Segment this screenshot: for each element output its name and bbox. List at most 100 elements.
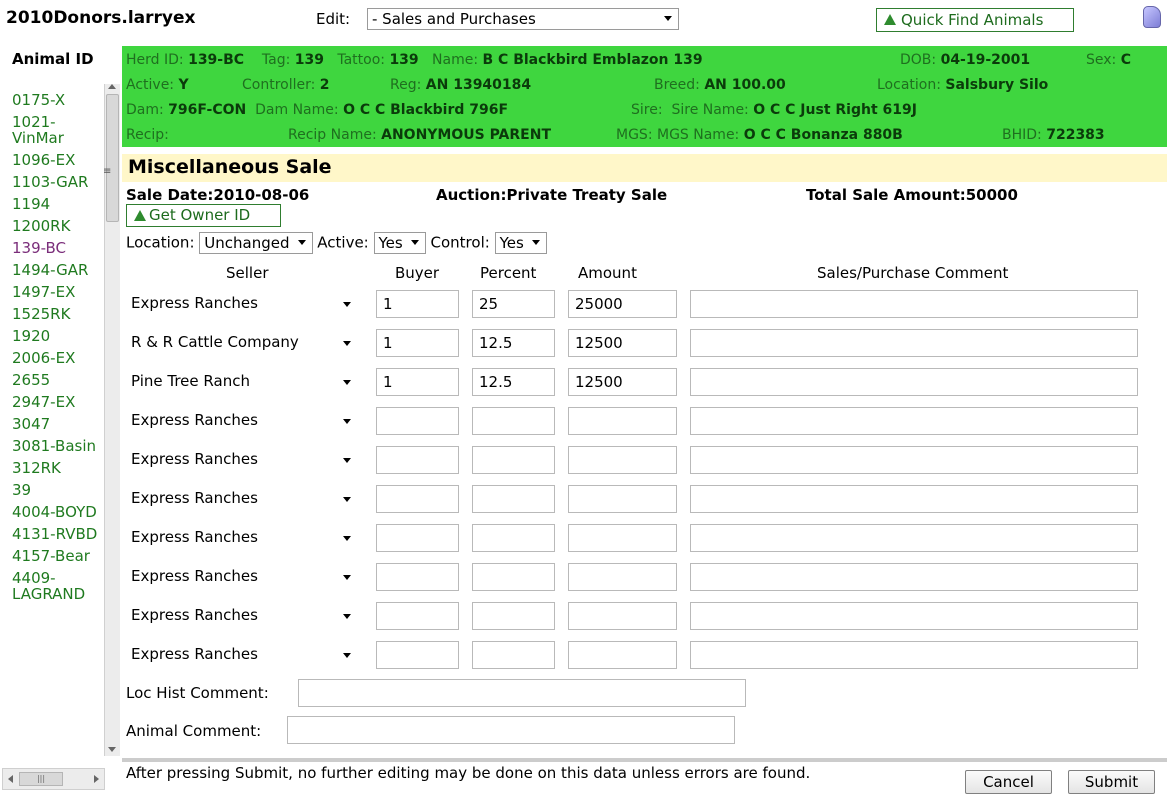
- animal-comment-input[interactable]: [287, 716, 735, 744]
- percent-input[interactable]: 12.5: [472, 368, 555, 396]
- seller-select[interactable]: Express Ranches: [131, 290, 359, 318]
- horizontal-scrollbar-thumb[interactable]: |||: [19, 772, 63, 786]
- sales-comment-input[interactable]: [690, 329, 1138, 357]
- sidebar-item-animal[interactable]: 1494-GAR: [12, 262, 102, 278]
- database-icon[interactable]: [1143, 6, 1161, 28]
- sales-comment-input[interactable]: [690, 368, 1138, 396]
- seller-select[interactable]: Express Ranches: [131, 641, 359, 669]
- sidebar-item-animal[interactable]: 1920: [12, 328, 102, 344]
- sidebar-item-animal[interactable]: 4004-BOYD: [12, 504, 102, 520]
- buyer-input[interactable]: 1: [376, 290, 459, 318]
- sales-comment-input[interactable]: [690, 524, 1138, 552]
- amount-input[interactable]: [568, 641, 677, 669]
- scroll-up-icon[interactable]: [108, 84, 116, 89]
- sidebar-item-animal[interactable]: 4409-LAGRAND: [12, 570, 102, 602]
- percent-input[interactable]: [472, 485, 555, 513]
- scroll-left-icon[interactable]: [8, 775, 13, 783]
- seller-select[interactable]: Express Ranches: [131, 563, 359, 591]
- percent-input[interactable]: [472, 563, 555, 591]
- chevron-down-icon: [343, 497, 351, 502]
- submit-button[interactable]: Submit: [1068, 770, 1155, 794]
- control-select[interactable]: Yes: [494, 232, 547, 254]
- recip-name-value: ANONYMOUS PARENT: [381, 127, 551, 143]
- sales-comment-input[interactable]: [690, 602, 1138, 630]
- buyer-input[interactable]: 1: [376, 329, 459, 357]
- get-owner-id-button[interactable]: Get Owner ID: [126, 204, 281, 227]
- buyer-input[interactable]: [376, 563, 459, 591]
- scroll-right-icon[interactable]: [94, 775, 99, 783]
- seller-select[interactable]: Express Ranches: [131, 407, 359, 435]
- buyer-input[interactable]: 1: [376, 368, 459, 396]
- sales-comment-input[interactable]: [690, 563, 1138, 591]
- percent-input[interactable]: [472, 446, 555, 474]
- sidebar-item-animal[interactable]: 2006-EX: [12, 350, 102, 366]
- amount-input[interactable]: [568, 602, 677, 630]
- sidebar-horizontal-scrollbar[interactable]: |||: [2, 768, 105, 790]
- sidebar-item-animal[interactable]: 312RK: [12, 460, 102, 476]
- sidebar-item-animal[interactable]: 2947-EX: [12, 394, 102, 410]
- cancel-button[interactable]: Cancel: [965, 770, 1052, 794]
- amount-input[interactable]: 12500: [568, 368, 677, 396]
- amount-input[interactable]: [568, 524, 677, 552]
- seller-select[interactable]: R & R Cattle Company: [131, 329, 359, 357]
- percent-input[interactable]: [472, 407, 555, 435]
- sidebar-item-animal[interactable]: 4131-RVBD: [12, 526, 102, 542]
- seller-select[interactable]: Express Ranches: [131, 602, 359, 630]
- sidebar-item-animal[interactable]: 4157-Bear: [12, 548, 102, 564]
- seller-select[interactable]: Express Ranches: [131, 485, 359, 513]
- percent-input[interactable]: [472, 524, 555, 552]
- buyer-input[interactable]: [376, 446, 459, 474]
- sales-comment-input[interactable]: [690, 290, 1138, 318]
- sidebar-item-animal[interactable]: 139-BC: [12, 240, 102, 256]
- amount-input[interactable]: [568, 446, 677, 474]
- chevron-down-icon: [343, 614, 351, 619]
- percent-input[interactable]: 12.5: [472, 329, 555, 357]
- breed-label: Breed:: [654, 77, 700, 93]
- percent-input[interactable]: 25: [472, 290, 555, 318]
- buyer-input[interactable]: [376, 641, 459, 669]
- scroll-down-icon[interactable]: [108, 747, 116, 752]
- dam-name-value: O C C Blackbird 796F: [343, 102, 509, 118]
- buyer-input[interactable]: [376, 407, 459, 435]
- percent-input[interactable]: [472, 641, 555, 669]
- active-label: Active:: [126, 77, 175, 93]
- sidebar-item-animal[interactable]: 1497-EX: [12, 284, 102, 300]
- sales-comment-input[interactable]: [690, 446, 1138, 474]
- sidebar-item-animal[interactable]: 3081-Basin: [12, 438, 102, 454]
- buyer-input[interactable]: [376, 485, 459, 513]
- sidebar-item-animal[interactable]: 1200RK: [12, 218, 102, 234]
- loc-hist-comment-input[interactable]: [298, 679, 746, 707]
- seller-select[interactable]: Express Ranches: [131, 524, 359, 552]
- quick-find-animals-button[interactable]: Quick Find Animals: [876, 8, 1074, 32]
- sidebar-item-animal[interactable]: 39: [12, 482, 102, 498]
- amount-input[interactable]: [568, 407, 677, 435]
- sales-comment-input[interactable]: [690, 485, 1138, 513]
- sidebar-item-animal[interactable]: 1103-GAR: [12, 174, 102, 190]
- sales-comment-input[interactable]: [690, 641, 1138, 669]
- amount-input[interactable]: 25000: [568, 290, 677, 318]
- sidebar-item-animal[interactable]: 1021-VinMar: [12, 114, 102, 146]
- location-select[interactable]: Unchanged: [199, 232, 313, 254]
- percent-input[interactable]: [472, 602, 555, 630]
- sidebar-scrollbar[interactable]: [104, 84, 120, 756]
- controller-label: Controller:: [242, 77, 316, 93]
- seller-select[interactable]: Express Ranches: [131, 446, 359, 474]
- buyer-input[interactable]: [376, 602, 459, 630]
- amount-input[interactable]: [568, 563, 677, 591]
- amount-input[interactable]: [568, 485, 677, 513]
- sidebar-item-animal[interactable]: 2655: [12, 372, 102, 388]
- sidebar-item-animal[interactable]: 1096-EX: [12, 152, 102, 168]
- table-row: Express Ranches: [131, 524, 1141, 552]
- bhid-label: BHID:: [1002, 127, 1042, 143]
- edit-mode-select[interactable]: - Sales and Purchases: [367, 8, 679, 30]
- sidebar-item-animal[interactable]: 0175-X: [12, 92, 102, 108]
- buyer-input[interactable]: [376, 524, 459, 552]
- sales-comment-input[interactable]: [690, 407, 1138, 435]
- active-select[interactable]: Yes: [373, 232, 426, 254]
- sidebar-item-animal[interactable]: 3047: [12, 416, 102, 432]
- seller-select[interactable]: Pine Tree Ranch: [131, 368, 359, 396]
- sidebar-item-animal[interactable]: 1194: [12, 196, 102, 212]
- amount-input[interactable]: 12500: [568, 329, 677, 357]
- sidebar-item-animal[interactable]: 1525RK: [12, 306, 102, 322]
- scrollbar-thumb[interactable]: [106, 94, 119, 222]
